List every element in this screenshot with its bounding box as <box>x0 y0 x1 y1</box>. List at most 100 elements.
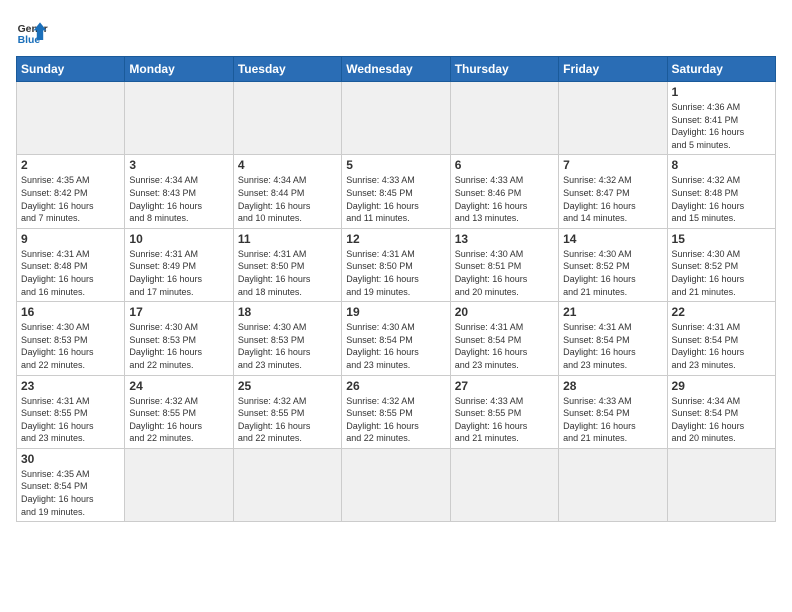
calendar-cell: 16 Sunrise: 4:30 AM Sunset: 8:53 PM Dayli… <box>17 302 125 375</box>
column-header-monday: Monday <box>125 57 233 82</box>
calendar-cell: 13 Sunrise: 4:30 AM Sunset: 8:51 PM Dayli… <box>450 228 558 301</box>
calendar-cell: 11Sunrise: 4:31 AM Sunset: 8:50 PM Dayli… <box>233 228 341 301</box>
calendar-cell: 17 Sunrise: 4:30 AM Sunset: 8:53 PM Dayli… <box>125 302 233 375</box>
calendar-cell: 9Sunrise: 4:31 AM Sunset: 8:48 PM Daylig… <box>17 228 125 301</box>
calendar-cell <box>125 448 233 521</box>
day-number: 12 <box>346 232 445 246</box>
day-number: 5 <box>346 158 445 172</box>
calendar-cell <box>233 82 341 155</box>
day-number: 29 <box>672 379 771 393</box>
day-info: Sunrise: 4:33 AM Sunset: 8:45 PM Dayligh… <box>346 174 445 224</box>
column-header-friday: Friday <box>559 57 667 82</box>
day-number: 2 <box>21 158 120 172</box>
calendar-cell: 19Sunrise: 4:30 AM Sunset: 8:54 PM Dayli… <box>342 302 450 375</box>
calendar-cell: 28Sunrise: 4:33 AM Sunset: 8:54 PM Dayli… <box>559 375 667 448</box>
calendar-cell: 25 Sunrise: 4:32 AM Sunset: 8:55 PM Dayli… <box>233 375 341 448</box>
day-info: Sunrise: 4:31 AM Sunset: 8:54 PM Dayligh… <box>455 321 554 371</box>
calendar-cell: 8Sunrise: 4:32 AM Sunset: 8:48 PM Daylig… <box>667 155 775 228</box>
day-number: 15 <box>672 232 771 246</box>
calendar-cell: 6 Sunrise: 4:33 AM Sunset: 8:46 PM Daylig… <box>450 155 558 228</box>
day-number: 16 <box>21 305 120 319</box>
calendar-cell: 10 Sunrise: 4:31 AM Sunset: 8:49 PM Dayli… <box>125 228 233 301</box>
calendar-week-1: 2 Sunrise: 4:35 AM Sunset: 8:42 PM Daylig… <box>17 155 776 228</box>
calendar-cell: 27Sunrise: 4:33 AM Sunset: 8:55 PM Dayli… <box>450 375 558 448</box>
calendar-cell <box>342 82 450 155</box>
calendar-week-5: 30 Sunrise: 4:35 AM Sunset: 8:54 PM Dayli… <box>17 448 776 521</box>
calendar-cell: 3Sunrise: 4:34 AM Sunset: 8:43 PM Daylig… <box>125 155 233 228</box>
calendar-cell: 2 Sunrise: 4:35 AM Sunset: 8:42 PM Daylig… <box>17 155 125 228</box>
calendar-week-4: 23 Sunrise: 4:31 AM Sunset: 8:55 PM Dayli… <box>17 375 776 448</box>
day-info: Sunrise: 4:30 AM Sunset: 8:53 PM Dayligh… <box>238 321 337 371</box>
calendar-cell: 5 Sunrise: 4:33 AM Sunset: 8:45 PM Daylig… <box>342 155 450 228</box>
calendar-cell <box>559 448 667 521</box>
day-info: Sunrise: 4:30 AM Sunset: 8:51 PM Dayligh… <box>455 248 554 298</box>
day-info: Sunrise: 4:32 AM Sunset: 8:55 PM Dayligh… <box>129 395 228 445</box>
day-info: Sunrise: 4:31 AM Sunset: 8:50 PM Dayligh… <box>238 248 337 298</box>
calendar-cell: 20 Sunrise: 4:31 AM Sunset: 8:54 PM Dayli… <box>450 302 558 375</box>
day-info: Sunrise: 4:35 AM Sunset: 8:42 PM Dayligh… <box>21 174 120 224</box>
page-header: General Blue <box>16 16 776 48</box>
day-info: Sunrise: 4:30 AM Sunset: 8:53 PM Dayligh… <box>129 321 228 371</box>
logo-icon: General Blue <box>16 16 48 48</box>
day-number: 18 <box>238 305 337 319</box>
day-number: 10 <box>129 232 228 246</box>
calendar-cell <box>667 448 775 521</box>
calendar-cell <box>450 448 558 521</box>
day-info: Sunrise: 4:35 AM Sunset: 8:54 PM Dayligh… <box>21 468 120 518</box>
calendar-header-row: SundayMondayTuesdayWednesdayThursdayFrid… <box>17 57 776 82</box>
calendar-cell: 21Sunrise: 4:31 AM Sunset: 8:54 PM Dayli… <box>559 302 667 375</box>
day-number: 24 <box>129 379 228 393</box>
calendar-cell <box>233 448 341 521</box>
calendar-cell: 14Sunrise: 4:30 AM Sunset: 8:52 PM Dayli… <box>559 228 667 301</box>
day-info: Sunrise: 4:34 AM Sunset: 8:54 PM Dayligh… <box>672 395 771 445</box>
day-number: 30 <box>21 452 120 466</box>
day-info: Sunrise: 4:30 AM Sunset: 8:52 PM Dayligh… <box>672 248 771 298</box>
day-info: Sunrise: 4:31 AM Sunset: 8:54 PM Dayligh… <box>563 321 662 371</box>
day-number: 17 <box>129 305 228 319</box>
column-header-tuesday: Tuesday <box>233 57 341 82</box>
day-number: 20 <box>455 305 554 319</box>
day-info: Sunrise: 4:34 AM Sunset: 8:44 PM Dayligh… <box>238 174 337 224</box>
day-number: 25 <box>238 379 337 393</box>
calendar-cell: 26 Sunrise: 4:32 AM Sunset: 8:55 PM Dayli… <box>342 375 450 448</box>
calendar-cell: 18 Sunrise: 4:30 AM Sunset: 8:53 PM Dayli… <box>233 302 341 375</box>
day-number: 6 <box>455 158 554 172</box>
calendar-cell: 7Sunrise: 4:32 AM Sunset: 8:47 PM Daylig… <box>559 155 667 228</box>
column-header-sunday: Sunday <box>17 57 125 82</box>
calendar-cell: 12Sunrise: 4:31 AM Sunset: 8:50 PM Dayli… <box>342 228 450 301</box>
calendar-cell <box>17 82 125 155</box>
calendar-cell: 22 Sunrise: 4:31 AM Sunset: 8:54 PM Dayli… <box>667 302 775 375</box>
column-header-thursday: Thursday <box>450 57 558 82</box>
calendar-cell: 29 Sunrise: 4:34 AM Sunset: 8:54 PM Dayli… <box>667 375 775 448</box>
calendar-cell <box>342 448 450 521</box>
day-number: 13 <box>455 232 554 246</box>
day-info: Sunrise: 4:31 AM Sunset: 8:55 PM Dayligh… <box>21 395 120 445</box>
day-number: 7 <box>563 158 662 172</box>
day-number: 23 <box>21 379 120 393</box>
day-info: Sunrise: 4:31 AM Sunset: 8:54 PM Dayligh… <box>672 321 771 371</box>
calendar-table: SundayMondayTuesdayWednesdayThursdayFrid… <box>16 56 776 522</box>
day-number: 9 <box>21 232 120 246</box>
day-number: 22 <box>672 305 771 319</box>
day-info: Sunrise: 4:33 AM Sunset: 8:55 PM Dayligh… <box>455 395 554 445</box>
day-info: Sunrise: 4:30 AM Sunset: 8:53 PM Dayligh… <box>21 321 120 371</box>
column-header-saturday: Saturday <box>667 57 775 82</box>
logo: General Blue <box>16 16 48 48</box>
day-number: 26 <box>346 379 445 393</box>
day-info: Sunrise: 4:32 AM Sunset: 8:55 PM Dayligh… <box>238 395 337 445</box>
day-info: Sunrise: 4:32 AM Sunset: 8:55 PM Dayligh… <box>346 395 445 445</box>
day-number: 3 <box>129 158 228 172</box>
calendar-cell: 15 Sunrise: 4:30 AM Sunset: 8:52 PM Dayli… <box>667 228 775 301</box>
day-number: 14 <box>563 232 662 246</box>
calendar-cell <box>125 82 233 155</box>
day-info: Sunrise: 4:33 AM Sunset: 8:46 PM Dayligh… <box>455 174 554 224</box>
calendar-week-3: 16 Sunrise: 4:30 AM Sunset: 8:53 PM Dayli… <box>17 302 776 375</box>
day-info: Sunrise: 4:30 AM Sunset: 8:54 PM Dayligh… <box>346 321 445 371</box>
calendar-week-0: 1Sunrise: 4:36 AM Sunset: 8:41 PM Daylig… <box>17 82 776 155</box>
day-info: Sunrise: 4:31 AM Sunset: 8:49 PM Dayligh… <box>129 248 228 298</box>
calendar-cell <box>559 82 667 155</box>
calendar-cell: 4Sunrise: 4:34 AM Sunset: 8:44 PM Daylig… <box>233 155 341 228</box>
calendar-cell: 23 Sunrise: 4:31 AM Sunset: 8:55 PM Dayli… <box>17 375 125 448</box>
day-info: Sunrise: 4:33 AM Sunset: 8:54 PM Dayligh… <box>563 395 662 445</box>
column-header-wednesday: Wednesday <box>342 57 450 82</box>
